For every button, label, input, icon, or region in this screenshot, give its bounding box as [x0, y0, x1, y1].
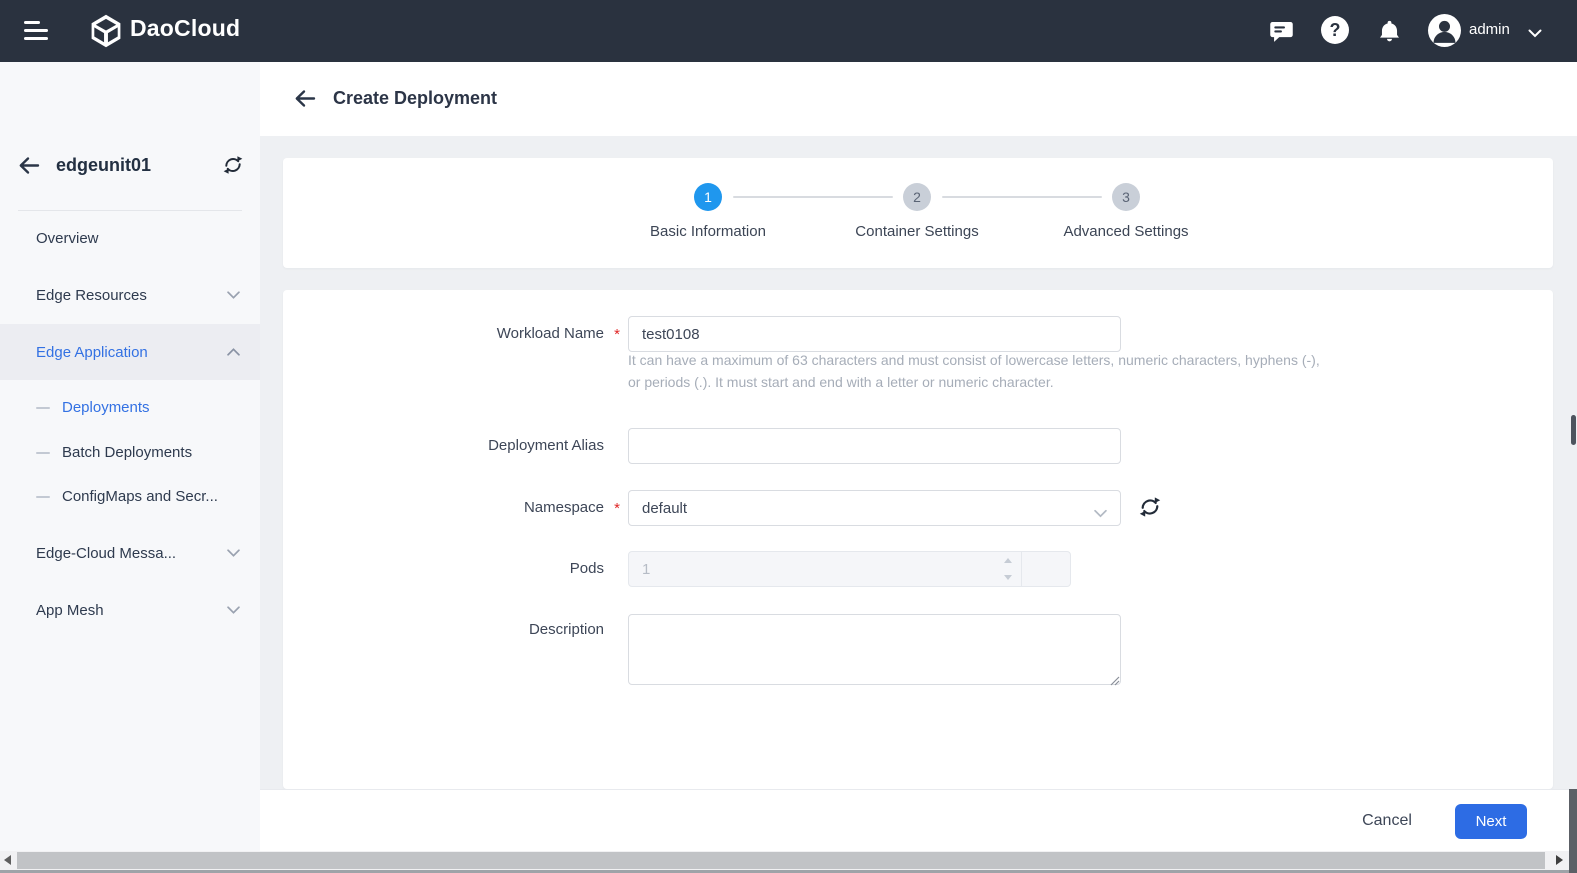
stepper-card: 1 2 3 Basic Information Container Settin…: [283, 158, 1553, 268]
workload-name-help-line1: It can have a maximum of 63 characters a…: [628, 352, 1320, 368]
dash-icon: [36, 407, 50, 409]
spin-down-icon[interactable]: [1004, 575, 1012, 580]
pods-label: Pods: [304, 551, 604, 587]
form-footer: Cancel Next: [260, 789, 1577, 851]
scroll-left-icon[interactable]: [4, 855, 11, 865]
top-navbar: DaoCloud ? admin: [0, 0, 1577, 62]
sidebar: edgeunit01 Overview Edge Resources Edge …: [0, 62, 260, 873]
description-textarea[interactable]: [628, 614, 1121, 685]
chevron-down-icon[interactable]: [1528, 25, 1542, 43]
required-asterisk: *: [611, 490, 623, 526]
message-icon[interactable]: [1267, 17, 1295, 45]
sidebar-item-label: Overview: [36, 230, 99, 247]
user-name[interactable]: admin: [1469, 21, 1510, 38]
step-1-circle: 1: [694, 183, 722, 211]
deployment-alias-label: Deployment Alias: [304, 428, 604, 464]
step-3-label: Advanced Settings: [1016, 223, 1236, 240]
namespace-label: Namespace: [304, 490, 604, 526]
chevron-down-icon: [227, 602, 240, 619]
sidebar-item-label: App Mesh: [36, 602, 104, 619]
pods-input[interactable]: [629, 552, 1019, 586]
sidebar-item-label: Edge-Cloud Messa...: [36, 545, 176, 562]
step-2-circle: 2: [903, 183, 931, 211]
vertical-scrollbar-thumb[interactable]: [1571, 415, 1576, 445]
chevron-up-icon: [227, 344, 240, 361]
sidebar-item-overview[interactable]: Overview: [0, 210, 260, 266]
help-icon[interactable]: ?: [1321, 16, 1349, 44]
sidebar-item-edge-application[interactable]: Edge Application: [0, 324, 260, 380]
required-asterisk: *: [611, 316, 623, 352]
next-button[interactable]: Next: [1455, 804, 1527, 839]
scroll-right-icon[interactable]: [1556, 855, 1563, 865]
namespace-selected-value: default: [642, 500, 687, 517]
sidebar-item-label: Edge Resources: [36, 287, 147, 304]
step-3-circle: 3: [1112, 183, 1140, 211]
resize-handle-icon[interactable]: [1110, 673, 1120, 683]
namespace-select[interactable]: default: [628, 490, 1121, 526]
sidebar-item-edge-cloud-message[interactable]: Edge-Cloud Messa...: [0, 525, 260, 581]
spin-up-icon[interactable]: [1004, 558, 1012, 563]
workload-name-input[interactable]: [628, 316, 1121, 352]
window-right-edge: [1569, 789, 1577, 873]
sidebar-item-label: Edge Application: [36, 344, 148, 361]
sync-icon[interactable]: [222, 154, 244, 176]
chevron-down-icon: [227, 545, 240, 562]
workload-name-label: Workload Name: [304, 316, 604, 352]
deployment-alias-input[interactable]: [628, 428, 1121, 464]
menu-icon[interactable]: [24, 21, 50, 41]
sidebar-subitem-batch-deployments[interactable]: Batch Deployments: [0, 430, 260, 474]
step-2-label: Container Settings: [807, 223, 1027, 240]
basic-information-form: Workload Name * It can have a maximum of…: [283, 290, 1553, 789]
sidebar-subitem-label: ConfigMaps and Secr...: [62, 488, 218, 505]
pods-addon-divider: [1021, 552, 1022, 586]
step-1-label: Basic Information: [598, 223, 818, 240]
sidebar-item-app-mesh[interactable]: App Mesh: [0, 582, 260, 638]
description-label: Description: [304, 612, 604, 648]
back-arrow-icon[interactable]: [17, 154, 41, 178]
sidebar-subitem-deployments[interactable]: Deployments: [0, 385, 260, 429]
chevron-down-icon: [227, 287, 240, 304]
dash-icon: [36, 496, 50, 498]
dash-icon: [36, 452, 50, 454]
cluster-name: edgeunit01: [56, 155, 151, 176]
avatar[interactable]: [1428, 14, 1461, 47]
stepper-connector: [942, 196, 1102, 198]
pods-stepper: [628, 551, 1071, 587]
app-title: DaoCloud: [130, 15, 240, 42]
workload-name-help-line2: or periods (.). It must start and end wi…: [628, 374, 1054, 390]
horizontal-scrollbar[interactable]: [0, 851, 1577, 870]
bell-icon[interactable]: [1375, 17, 1403, 45]
stepper-connector: [733, 196, 893, 198]
refresh-icon[interactable]: [1138, 495, 1162, 519]
app-window: DaoCloud ? admin: [0, 0, 1577, 873]
daocloud-logo-icon: [88, 13, 124, 49]
horizontal-scrollbar-thumb[interactable]: [17, 852, 1545, 869]
sidebar-subitem-label: Deployments: [62, 399, 150, 416]
chevron-down-icon: [1094, 505, 1107, 522]
page-title: Create Deployment: [333, 88, 497, 109]
spinner-arrows-icon[interactable]: [1003, 558, 1013, 580]
cancel-button[interactable]: Cancel: [1352, 790, 1422, 852]
sidebar-subitem-label: Batch Deployments: [62, 444, 192, 461]
sidebar-subitem-configmaps-secrets[interactable]: ConfigMaps and Secr...: [0, 474, 260, 518]
back-arrow-icon[interactable]: [293, 87, 317, 111]
sidebar-item-edge-resources[interactable]: Edge Resources: [0, 267, 260, 323]
